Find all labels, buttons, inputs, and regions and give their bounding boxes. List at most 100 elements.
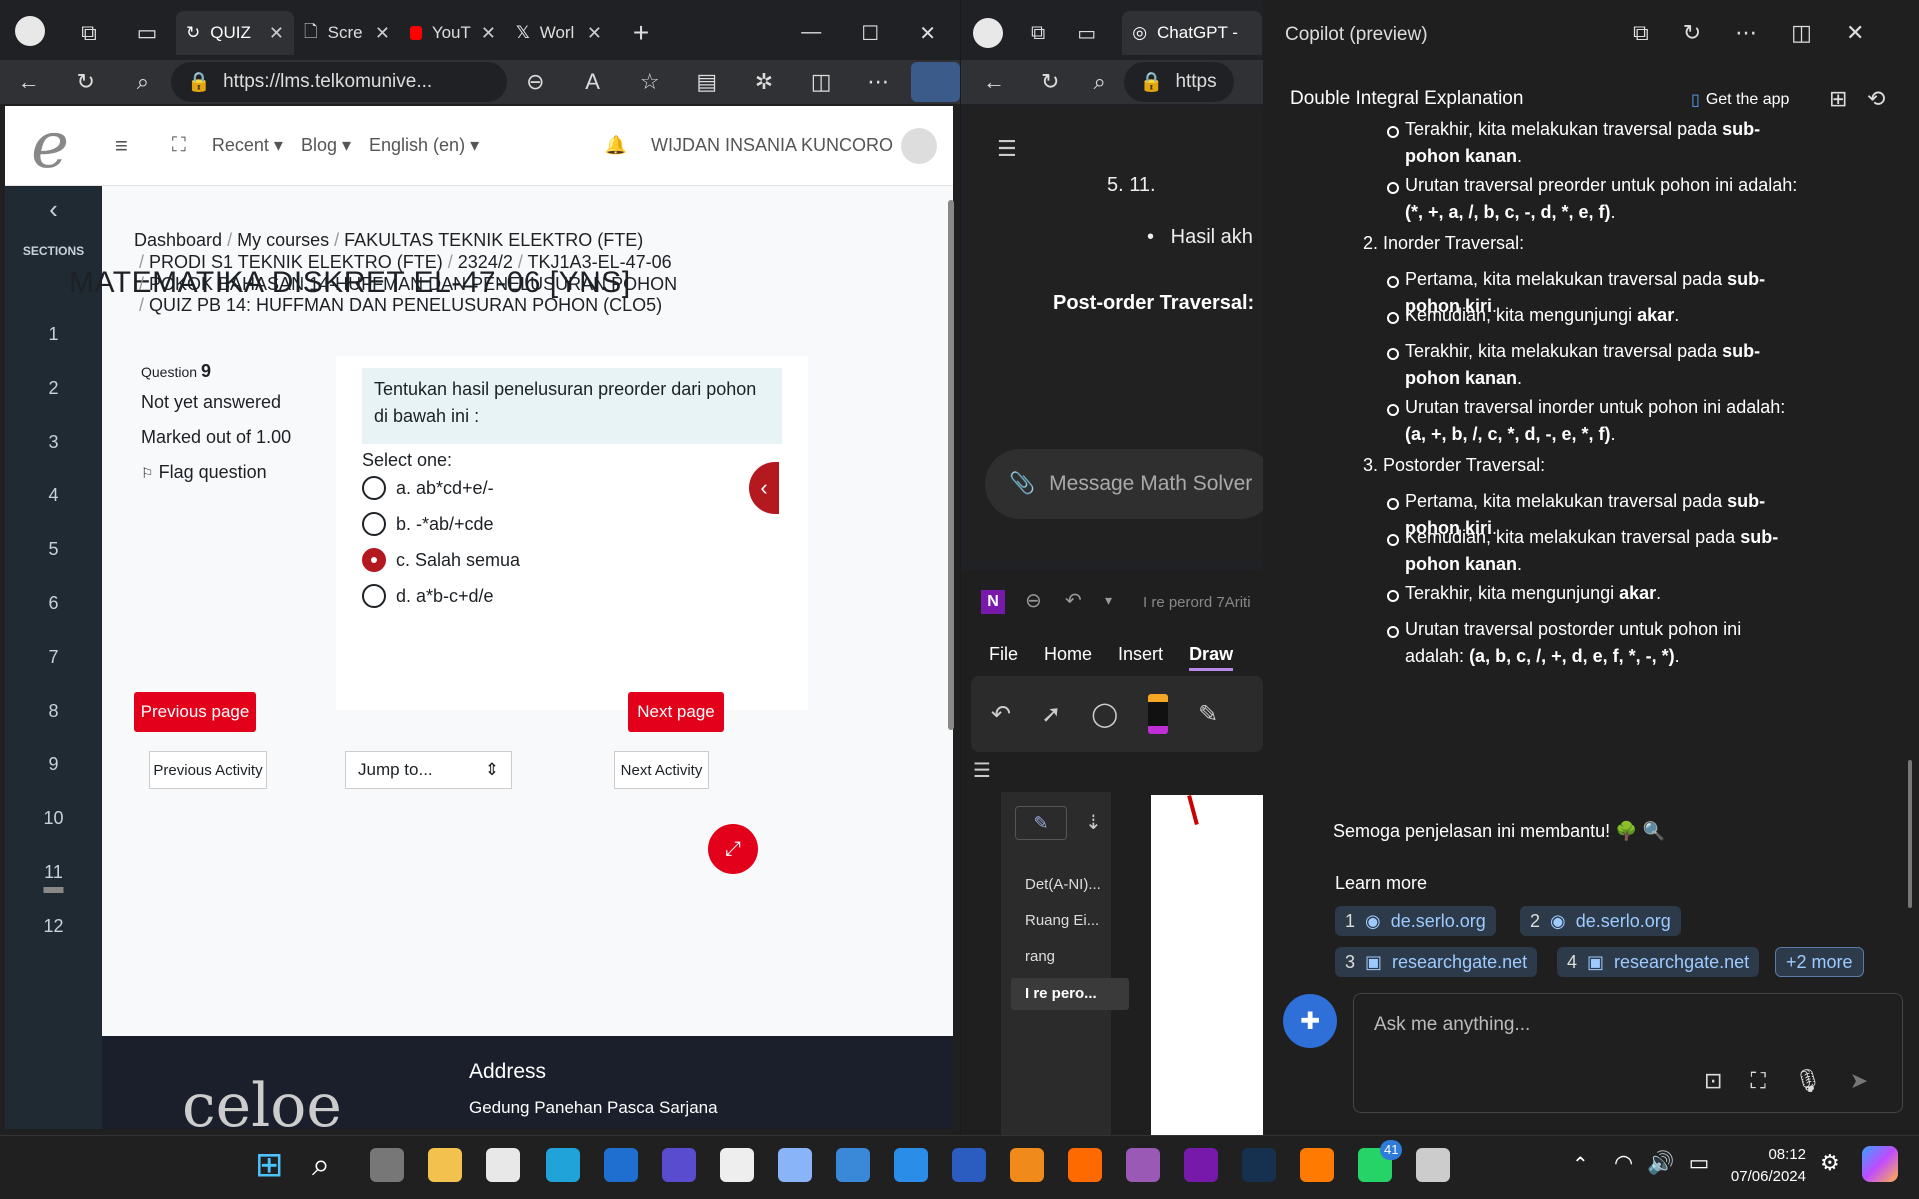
screenshot-icon[interactable]: ⛶	[1750, 1068, 1765, 1094]
search-icon[interactable]: ⌕	[114, 69, 171, 95]
notepad-icon[interactable]	[720, 1148, 754, 1182]
previous-page-button[interactable]: Previous page	[134, 692, 256, 732]
user-name[interactable]: WIJDAN INSANIA KUNCORO	[651, 135, 893, 156]
section-link[interactable]: 3	[5, 432, 102, 453]
tab-youtube[interactable]: YouT ✕	[400, 11, 506, 55]
close-icon[interactable]: ✕	[481, 23, 496, 44]
tab-actions-icon[interactable]: ▭	[1077, 21, 1096, 46]
chat-input[interactable]: Ask me anything... ⊡ ⛶ 🎙 ➤	[1353, 993, 1903, 1113]
answer-option[interactable]: b. -*ab/+cde	[362, 512, 494, 536]
menu-file[interactable]: File	[989, 644, 1018, 671]
workspaces-icon[interactable]: ⧉	[1031, 22, 1045, 45]
maximize-icon[interactable]: ☐	[861, 21, 879, 46]
section-link[interactable]: 8	[5, 701, 102, 722]
store-icon[interactable]	[486, 1148, 520, 1182]
refresh-icon[interactable]: ↻	[1683, 20, 1701, 46]
fullscreen-icon[interactable]: ⛶	[172, 134, 186, 157]
tab-x[interactable]: 𝕏 Worl ✕	[506, 11, 612, 55]
next-activity-button[interactable]: Next Activity	[614, 751, 709, 789]
fusion-icon[interactable]	[1068, 1148, 1102, 1182]
radio-button[interactable]	[362, 512, 386, 536]
close-window-icon[interactable]: ✕	[919, 21, 936, 46]
split-screen-icon[interactable]: ◫	[793, 69, 850, 95]
outlook-icon[interactable]	[604, 1148, 638, 1182]
geogebra-icon[interactable]	[1300, 1148, 1334, 1182]
tab-actions-icon[interactable]: ▭	[118, 20, 176, 46]
new-topic-icon[interactable]: ✚	[1283, 994, 1337, 1048]
image-upload-icon[interactable]: ⊡	[1704, 1068, 1722, 1094]
answer-option[interactable]: a. ab*cd+e/-	[362, 476, 494, 500]
scrollbar[interactable]	[1908, 760, 1912, 908]
collapse-icon[interactable]: ‹	[5, 194, 102, 225]
blender-icon[interactable]	[1010, 1148, 1044, 1182]
get-app-button[interactable]: ▯ Get the app	[1691, 90, 1789, 110]
crumb-faculty[interactable]: FAKULTAS TEKNIK ELEKTRO (FTE)	[344, 230, 643, 250]
refresh-icon[interactable]: ↻	[57, 69, 114, 95]
extensions-icon[interactable]: ✲	[735, 69, 792, 95]
battery-icon[interactable]: ▭	[1689, 1150, 1710, 1176]
onenote-taskbar-icon[interactable]	[1184, 1148, 1218, 1182]
history-icon[interactable]: ⟲	[1867, 86, 1885, 112]
section-link[interactable]: 12	[5, 916, 102, 937]
more-sources-chip[interactable]: +2 more	[1775, 947, 1864, 977]
visual-studio-icon[interactable]	[662, 1148, 696, 1182]
close-icon[interactable]: ✕	[587, 23, 602, 44]
tab-quiz[interactable]: ↻ QUIZ ✕	[176, 11, 294, 55]
page-item[interactable]: rang	[1025, 948, 1055, 965]
page-item-active[interactable]: I re pero...	[1011, 978, 1129, 1010]
browser-icon[interactable]	[1126, 1148, 1160, 1182]
search-icon[interactable]: ⌕	[1093, 69, 1105, 95]
plugins-icon[interactable]: ⊞	[1829, 86, 1847, 112]
close-icon[interactable]: ✕	[375, 23, 390, 44]
favorite-icon[interactable]: ☆	[621, 69, 678, 95]
crumb-my-courses[interactable]: My courses	[237, 230, 329, 250]
workspaces-icon[interactable]: ⧉	[60, 20, 118, 46]
scrollbar[interactable]	[948, 200, 954, 730]
undo-icon[interactable]: ↶	[1065, 588, 1082, 613]
source-chip[interactable]: 2 ◉ de.serlo.org	[1520, 906, 1681, 936]
answer-option[interactable]: c. Salah semua	[362, 548, 520, 572]
crumb-topic[interactable]: POKOK BAHASAN 14-HUFFMAN DAN PENELUSURAN…	[149, 274, 677, 294]
word-icon[interactable]	[952, 1148, 986, 1182]
highlighter-icon[interactable]: ✎	[1198, 700, 1218, 729]
photos-icon[interactable]	[778, 1148, 812, 1182]
profile-icon[interactable]	[0, 15, 60, 51]
customize-icon[interactable]: ▾	[1105, 592, 1112, 609]
crumb-class[interactable]: TKJ1A3-EL-47-06	[528, 252, 672, 272]
celoe-logo[interactable]: ℯ	[5, 106, 95, 186]
url-field[interactable]: 🔒 https	[1123, 62, 1234, 102]
next-page-button[interactable]: Next page	[628, 692, 724, 732]
nav-language[interactable]: English (en) ▾	[369, 135, 479, 156]
section-link[interactable]: 5	[5, 539, 102, 560]
section-link[interactable]: 6	[5, 593, 102, 614]
attach-icon[interactable]: 📎	[1009, 472, 1035, 496]
steam-icon[interactable]	[1242, 1148, 1276, 1182]
new-tab-icon[interactable]: +	[612, 17, 670, 49]
lasso-icon[interactable]: ◯	[1091, 700, 1118, 729]
source-chip[interactable]: 3 ▣ researchgate.net	[1335, 947, 1538, 977]
read-aloud-icon[interactable]: A	[564, 69, 621, 95]
copilot-taskbar-icon[interactable]	[1862, 1146, 1898, 1182]
archive-icon[interactable]: ▬	[5, 876, 102, 899]
zoom-icon[interactable]: ⊖	[507, 69, 564, 95]
page-item[interactable]: Det(A-NI)...	[1025, 876, 1101, 893]
nav-blog[interactable]: Blog ▾	[301, 135, 351, 156]
task-view-icon[interactable]	[370, 1148, 404, 1182]
microphone-icon[interactable]: 🎙	[1794, 1068, 1822, 1094]
crumb-period[interactable]: 2324/2	[458, 252, 513, 272]
section-link[interactable]: 4	[5, 485, 102, 506]
menu-icon[interactable]: ≡	[115, 133, 128, 159]
menu-home[interactable]: Home	[1044, 644, 1092, 671]
menu-draw[interactable]: Draw	[1189, 644, 1234, 671]
close-icon[interactable]: ✕	[269, 23, 284, 44]
more-icon[interactable]: ⋯	[1735, 20, 1757, 46]
game-icon[interactable]	[1416, 1148, 1450, 1182]
profile-icon[interactable]	[973, 18, 1003, 48]
radio-button[interactable]	[362, 548, 386, 572]
answer-option[interactable]: d. a*b-c+d/e	[362, 584, 494, 608]
section-link[interactable]: 9	[5, 754, 102, 775]
nav-recent[interactable]: Recent ▾	[212, 135, 283, 156]
sort-icon[interactable]: ⇣	[1085, 810, 1102, 835]
crumb-prodi[interactable]: PRODI S1 TEKNIK ELEKTRO (FTE)	[149, 252, 443, 272]
tab-screen[interactable]: 🗋 Scre ✕	[294, 11, 400, 55]
